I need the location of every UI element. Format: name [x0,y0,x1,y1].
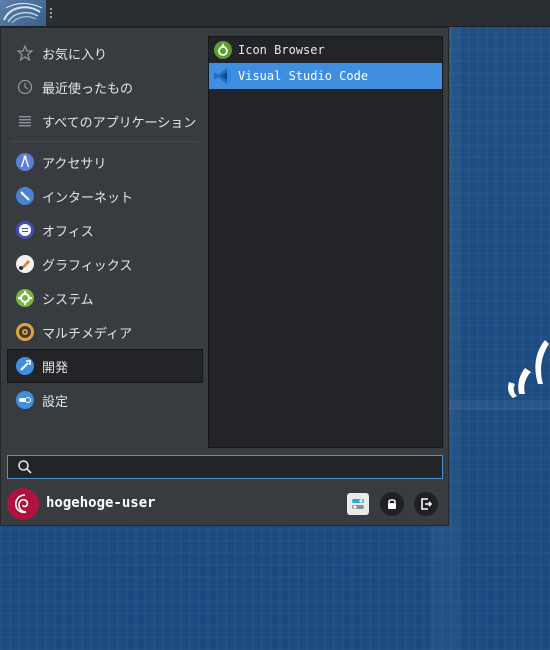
vscode-icon [213,66,233,86]
category-internet[interactable]: インターネット [7,179,203,213]
app-item-icon-browser[interactable]: Icon Browser [209,37,442,63]
office-icon [15,220,35,240]
category-development[interactable]: 開発 [7,349,203,383]
search-input[interactable] [39,459,442,475]
lock-icon [388,499,396,509]
username-label: hogehoge-user [46,495,156,511]
debian-wallpaper-logo-icon [508,340,549,398]
category-label: グラフィックス [42,258,133,274]
category-office[interactable]: オフィス [7,213,203,247]
clock-icon [15,77,35,97]
category-label: 最近使ったもの [42,81,134,97]
category-accessories[interactable]: アクセサリ [7,145,203,179]
lock-screen-button[interactable] [380,492,404,516]
category-multimedia[interactable]: マルチメディア [7,315,203,349]
application-menu: お気に入り 最近使ったもの すべてのアプリケーション アクセサリ インターネット… [0,27,449,526]
whisker-menu-button[interactable] [0,0,46,26]
category-label: システム [42,292,94,308]
category-label: オフィス [42,224,94,240]
logout-icon [421,498,433,510]
panel-handle-icon[interactable] [49,7,53,19]
settings-manager-button[interactable] [347,493,369,515]
accessories-icon [15,152,35,172]
category-label: 開発 [42,360,69,376]
user-bar: hogehoge-user [7,488,443,520]
system-gear-icon [15,288,35,308]
category-settings[interactable]: 設定 [7,383,203,417]
avatar [7,488,39,520]
search-bar[interactable] [7,455,443,479]
category-label: すべてのアプリケーション [42,115,197,131]
debian-logo-icon [15,494,29,514]
list-icon [15,111,35,131]
category-list: お気に入り 最近使ったもの すべてのアプリケーション アクセサリ インターネット… [7,36,203,417]
category-all-applications[interactable]: すべてのアプリケーション [7,104,203,138]
search-icon [17,459,33,475]
internet-icon [15,186,35,206]
category-label: インターネット [42,190,134,206]
category-system[interactable]: システム [7,281,203,315]
star-icon [15,43,35,63]
multimedia-icon [15,322,35,342]
category-label: 設定 [42,394,69,410]
top-panel [0,0,550,27]
category-favorites[interactable]: お気に入り [7,36,203,70]
app-item-visual-studio-code[interactable]: Visual Studio Code [209,63,442,89]
category-divider [11,141,199,142]
settings-toggle-icon [352,499,364,509]
app-label: Icon Browser [238,43,325,57]
settings-toggle-icon [15,390,35,410]
development-icon [15,356,35,376]
category-label: アクセサリ [42,156,107,172]
logout-button[interactable] [414,492,438,516]
application-list: Icon Browser Visual Studio Code [208,36,443,448]
graphics-icon [15,254,35,274]
debian-swirl-icon [3,3,43,24]
app-label: Visual Studio Code [238,69,369,83]
category-recent[interactable]: 最近使ったもの [7,70,203,104]
icon-browser-icon [213,40,233,60]
category-label: お気に入り [42,47,108,63]
category-graphics[interactable]: グラフィックス [7,247,203,281]
category-label: マルチメディア [42,326,133,342]
